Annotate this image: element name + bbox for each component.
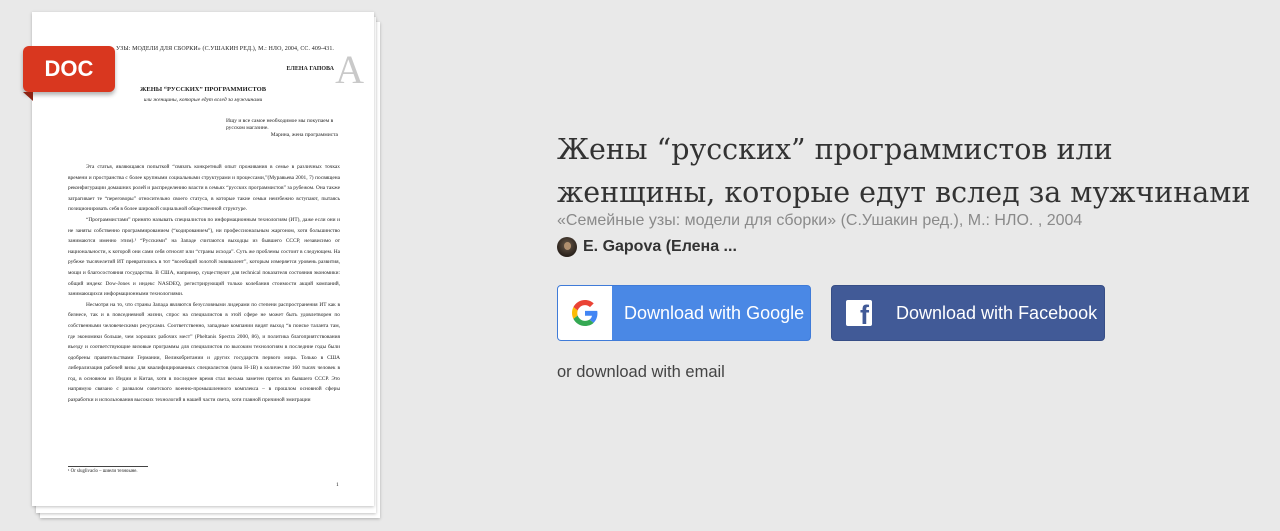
page-author: ЕЛЕНА ГАПОВА [286,66,334,72]
google-g-icon [558,286,612,340]
paragraph: Эта статья, являющаяся попыткой “связать… [68,164,340,213]
download-facebook-button[interactable]: f Download with Facebook [831,285,1105,341]
author-avatar-icon [557,237,577,257]
footnote-divider [68,466,148,467]
epigraph: Ищу и все самое необходимое мы покупаем … [226,118,334,131]
doc-type-badge: DOC [23,46,115,101]
page-number: 1 [336,482,339,488]
download-facebook-label: Download with Facebook [896,302,1098,323]
page-subtitle: или женщины, которые едут вслед за мужчи… [143,97,263,103]
paragraph: “Программистами” принято называть специа… [68,216,340,298]
author-name: E. Gapova (Елена ... [583,238,737,255]
running-head: УЗЫ: МОДЕЛИ ДЛЯ СБОРКИ» (С.УШАКИН РЕД.),… [116,46,335,52]
document-title[interactable]: Жены “русских” программистов или женщины… [557,128,1257,214]
download-email-link[interactable]: or download with email [557,363,725,382]
facebook-f-icon: f [832,286,886,340]
document-source: «Семейные узы: модели для сборки» (С.Уша… [557,212,1083,229]
download-google-label: Download with Google [624,302,805,323]
paragraph: Несмотря на то, что страны Запада являют… [68,301,340,404]
epigraph-source: Марина, жена программиста [270,132,338,138]
page-body: Эта статья, являющаяся попыткой “связать… [68,162,340,406]
download-google-button[interactable]: Download with Google [557,285,811,341]
footnote: ¹ Or sluglivaclo – шиели тезноыне. [68,469,138,474]
author-link[interactable]: E. Gapova (Елена ... [557,237,737,257]
